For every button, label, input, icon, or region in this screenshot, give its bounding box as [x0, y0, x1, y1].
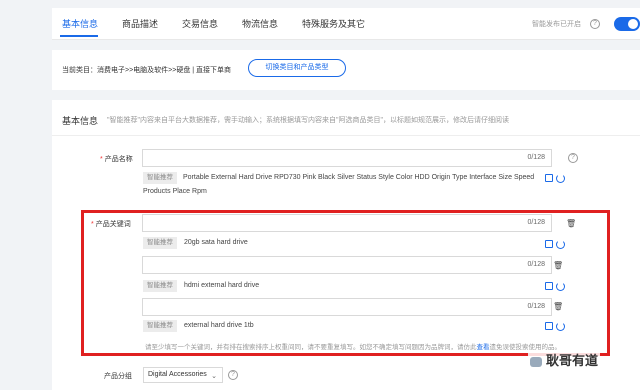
recommendation-text-line2: Products Place Rpm: [143, 188, 207, 195]
category-bar: 当前类目：消费电子>>电脑及软件>>硬盘 | 直接下单商 切换类目和产品类型: [52, 50, 640, 90]
tab-product-description[interactable]: 商品描述: [122, 17, 158, 30]
smart-publish-toggle[interactable]: [614, 17, 640, 31]
help-icon[interactable]: ?: [590, 19, 600, 29]
section-title: 基本信息: [62, 116, 99, 126]
help-icon[interactable]: ?: [568, 153, 578, 163]
product-name-label: * 产品名称: [100, 156, 133, 163]
smart-recommend-tag: 智能推荐: [143, 172, 177, 184]
tab-trade-info[interactable]: 交易信息: [182, 17, 218, 30]
tab-basic-info[interactable]: 基本信息: [62, 17, 98, 30]
product-name-input[interactable]: 0/128: [142, 149, 552, 167]
recommendation-text[interactable]: Portable External Hard Drive RPD730 Pink…: [183, 174, 534, 181]
help-icon[interactable]: ?: [228, 370, 238, 380]
tab-bar: 基本信息 商品描述 交易信息 物流信息 特殊服务及其它 智能发布已开启 ?: [52, 8, 640, 40]
tab-logistics-info[interactable]: 物流信息: [242, 17, 278, 30]
product-group-select[interactable]: Digital Accessories ⌄: [143, 367, 223, 383]
apply-recommendation-icon[interactable]: [545, 174, 553, 182]
section-note: "智能推荐"内容来自平台大数据推荐，需手动输入；系统根据填写内容来自"阿选商品类…: [107, 117, 509, 124]
char-counter: 0/128: [527, 154, 545, 161]
chevron-down-icon: ⌄: [211, 373, 217, 380]
refresh-icon[interactable]: [556, 174, 565, 183]
active-tab-indicator: [60, 35, 98, 37]
watermark: 耿哥有道: [528, 350, 601, 369]
product-group-label: 产品分组: [104, 373, 132, 380]
smart-publish-label: 智能发布已开启: [532, 21, 581, 28]
wechat-icon: [530, 356, 542, 367]
switch-category-button[interactable]: 切换类目和产品类型: [248, 59, 346, 77]
current-category: 当前类目：消费电子>>电脑及软件>>硬盘 | 直接下单商: [62, 67, 232, 74]
tab-special-services[interactable]: 特殊服务及其它: [302, 17, 365, 30]
highlight-box: [81, 210, 610, 356]
divider: [52, 135, 640, 136]
